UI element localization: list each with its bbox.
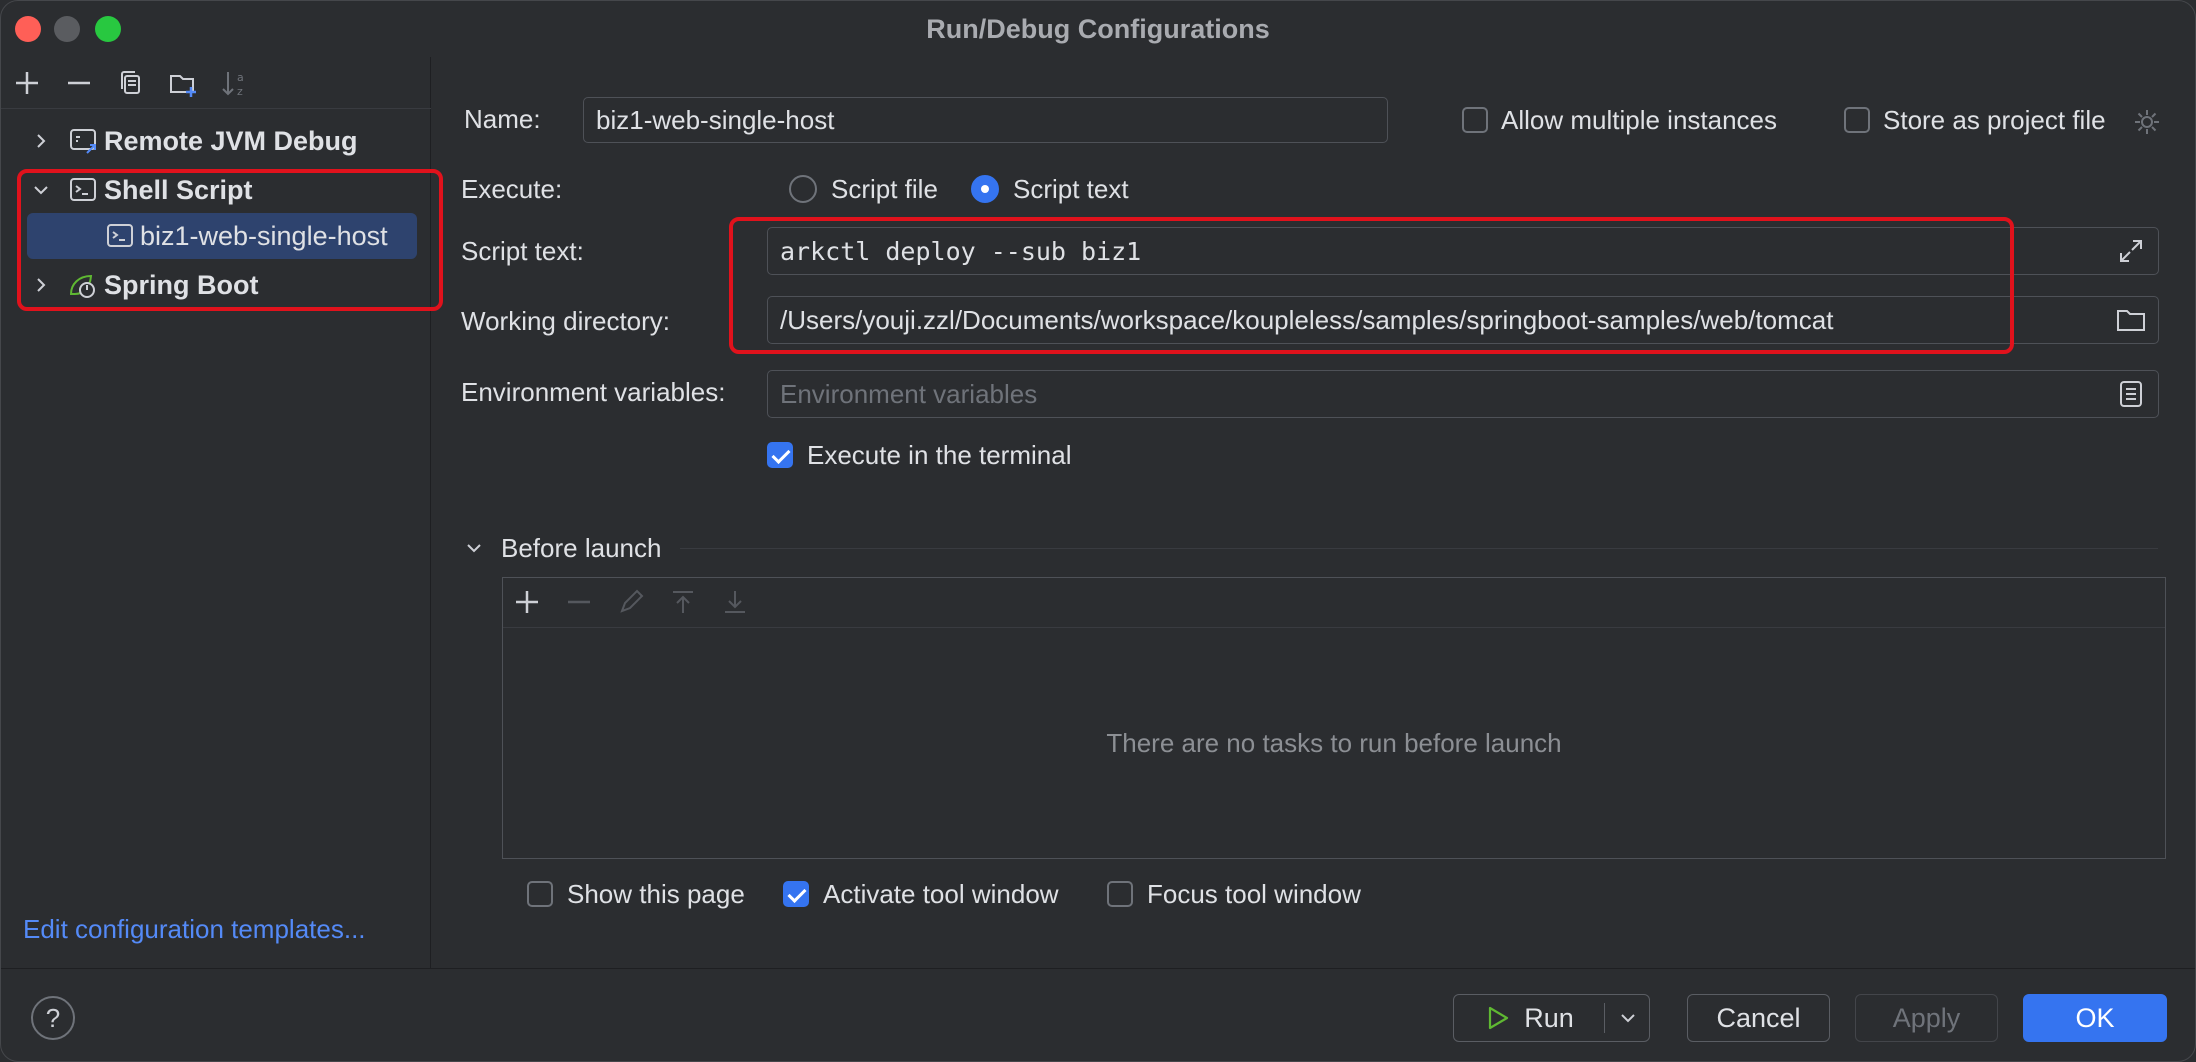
remove-icon [568, 600, 590, 604]
cancel-button[interactable]: Cancel [1687, 994, 1830, 1042]
allow-multiple-instances-label: Allow multiple instances [1501, 105, 1778, 135]
play-icon [1489, 1006, 1509, 1030]
spring-boot-icon [69, 274, 95, 298]
close-window-button[interactable] [15, 16, 41, 42]
terminal-icon [107, 224, 133, 247]
run-button-group: Run [1453, 994, 1650, 1042]
expand-icon[interactable] [2115, 235, 2147, 267]
tree-item-label: Spring Boot [104, 269, 259, 300]
tree-item-shell-script[interactable]: Shell Script [1, 167, 431, 213]
before-launch-tasks-panel: There are no tasks to run before launch [502, 577, 2166, 859]
add-icon[interactable] [11, 67, 43, 99]
new-folder-icon[interactable] [167, 67, 199, 99]
svg-text:z: z [237, 85, 243, 98]
minimize-window-button[interactable] [54, 16, 80, 42]
working-directory-label: Working directory: [461, 306, 671, 336]
title-bar: Run/Debug Configurations [1, 1, 2195, 57]
environment-variables-input[interactable]: Environment variables [767, 370, 2159, 418]
chevron-down-icon[interactable] [31, 180, 51, 200]
show-this-page-checkbox[interactable] [527, 881, 553, 907]
edit-configuration-templates-link[interactable]: Edit configuration templates... [23, 914, 366, 945]
before-launch-title: Before launch [501, 533, 662, 563]
ok-button[interactable]: OK [2023, 994, 2167, 1042]
svg-text:a: a [237, 71, 244, 84]
name-input-value: biz1-web-single-host [596, 104, 835, 135]
sort-icon[interactable]: az [219, 67, 251, 99]
edit-list-icon[interactable] [2116, 379, 2146, 409]
script-text-radio[interactable] [971, 175, 999, 203]
run-debug-configurations-dialog: Run/Debug Configurations az Remote JVM D… [0, 0, 2196, 1062]
tree-item-label: Shell Script [104, 174, 253, 205]
configuration-form: Name: biz1-web-single-host Allow multipl… [432, 57, 2195, 968]
chevron-right-icon[interactable] [31, 275, 51, 295]
add-icon[interactable] [511, 586, 543, 618]
activate-tool-window-label: Activate tool window [823, 879, 1059, 909]
maximize-window-button[interactable] [95, 16, 121, 42]
dialog-footer: ? Run Cancel Apply OK [1, 968, 2195, 1061]
pencil-icon [620, 589, 644, 613]
execute-in-terminal-checkbox[interactable] [767, 442, 793, 468]
run-button[interactable]: Run [1454, 995, 1604, 1041]
store-as-project-file-label: Store as project file [1883, 105, 2106, 135]
remote-debug-icon [70, 129, 96, 154]
script-file-radio[interactable] [789, 175, 817, 203]
copy-icon[interactable] [115, 67, 147, 99]
name-input[interactable]: biz1-web-single-host [583, 97, 1388, 143]
help-button[interactable]: ? [31, 996, 75, 1040]
name-label: Name: [464, 104, 541, 134]
tree-item-biz1-web-single-host[interactable]: biz1-web-single-host [1, 213, 431, 259]
move-up-icon [673, 591, 693, 613]
show-this-page-label: Show this page [567, 879, 745, 909]
environment-variables-label: Environment variables: [461, 377, 726, 407]
tree-item-remote-jvm-debug[interactable]: Remote JVM Debug [1, 118, 431, 164]
tree-item-label: biz1-web-single-host [140, 220, 388, 251]
split-divider [1604, 1003, 1605, 1033]
empty-tasks-message: There are no tasks to run before launch [1106, 727, 1562, 758]
environment-variables-placeholder: Environment variables [780, 378, 1038, 409]
script-text-option-label: Script text [1013, 174, 1129, 204]
activate-tool-window-checkbox[interactable] [783, 881, 809, 907]
sidebar-toolbar: az [1, 57, 431, 109]
store-as-project-file-checkbox[interactable] [1844, 107, 1870, 133]
allow-multiple-instances-checkbox[interactable] [1462, 107, 1488, 133]
script-text-input[interactable]: arkctl deploy --sub biz1 [767, 227, 2159, 275]
terminal-icon [70, 178, 96, 201]
folder-icon[interactable] [2115, 305, 2147, 335]
chevron-right-icon[interactable] [31, 131, 51, 151]
gear-icon[interactable] [2132, 107, 2162, 137]
execute-label: Execute: [461, 174, 563, 204]
window-title: Run/Debug Configurations [926, 13, 1270, 44]
script-text-value: arkctl deploy --sub biz1 [780, 236, 1142, 266]
configuration-sidebar: az Remote JVM Debug Shell Script biz1-we… [1, 57, 443, 968]
script-file-label: Script file [831, 174, 938, 204]
focus-tool-window-label: Focus tool window [1147, 879, 1361, 909]
remove-icon[interactable] [63, 67, 95, 99]
working-directory-value: /Users/youji.zzl/Documents/workspace/kou… [780, 304, 1834, 335]
move-down-icon [725, 591, 745, 613]
script-text-label: Script text: [461, 236, 584, 266]
focus-tool-window-checkbox[interactable] [1107, 881, 1133, 907]
apply-button[interactable]: Apply [1855, 994, 1998, 1042]
section-divider [680, 548, 2158, 549]
chevron-down-icon[interactable] [1618, 1008, 1638, 1028]
working-directory-input[interactable]: /Users/youji.zzl/Documents/workspace/kou… [767, 296, 2159, 344]
execute-in-terminal-label: Execute in the terminal [807, 440, 1072, 470]
tree-item-spring-boot[interactable]: Spring Boot [1, 262, 431, 308]
run-label: Run [1524, 1002, 1574, 1033]
tasks-toolbar [503, 578, 2165, 628]
chevron-down-icon[interactable] [463, 537, 485, 559]
tree-item-label: Remote JVM Debug [104, 125, 358, 156]
